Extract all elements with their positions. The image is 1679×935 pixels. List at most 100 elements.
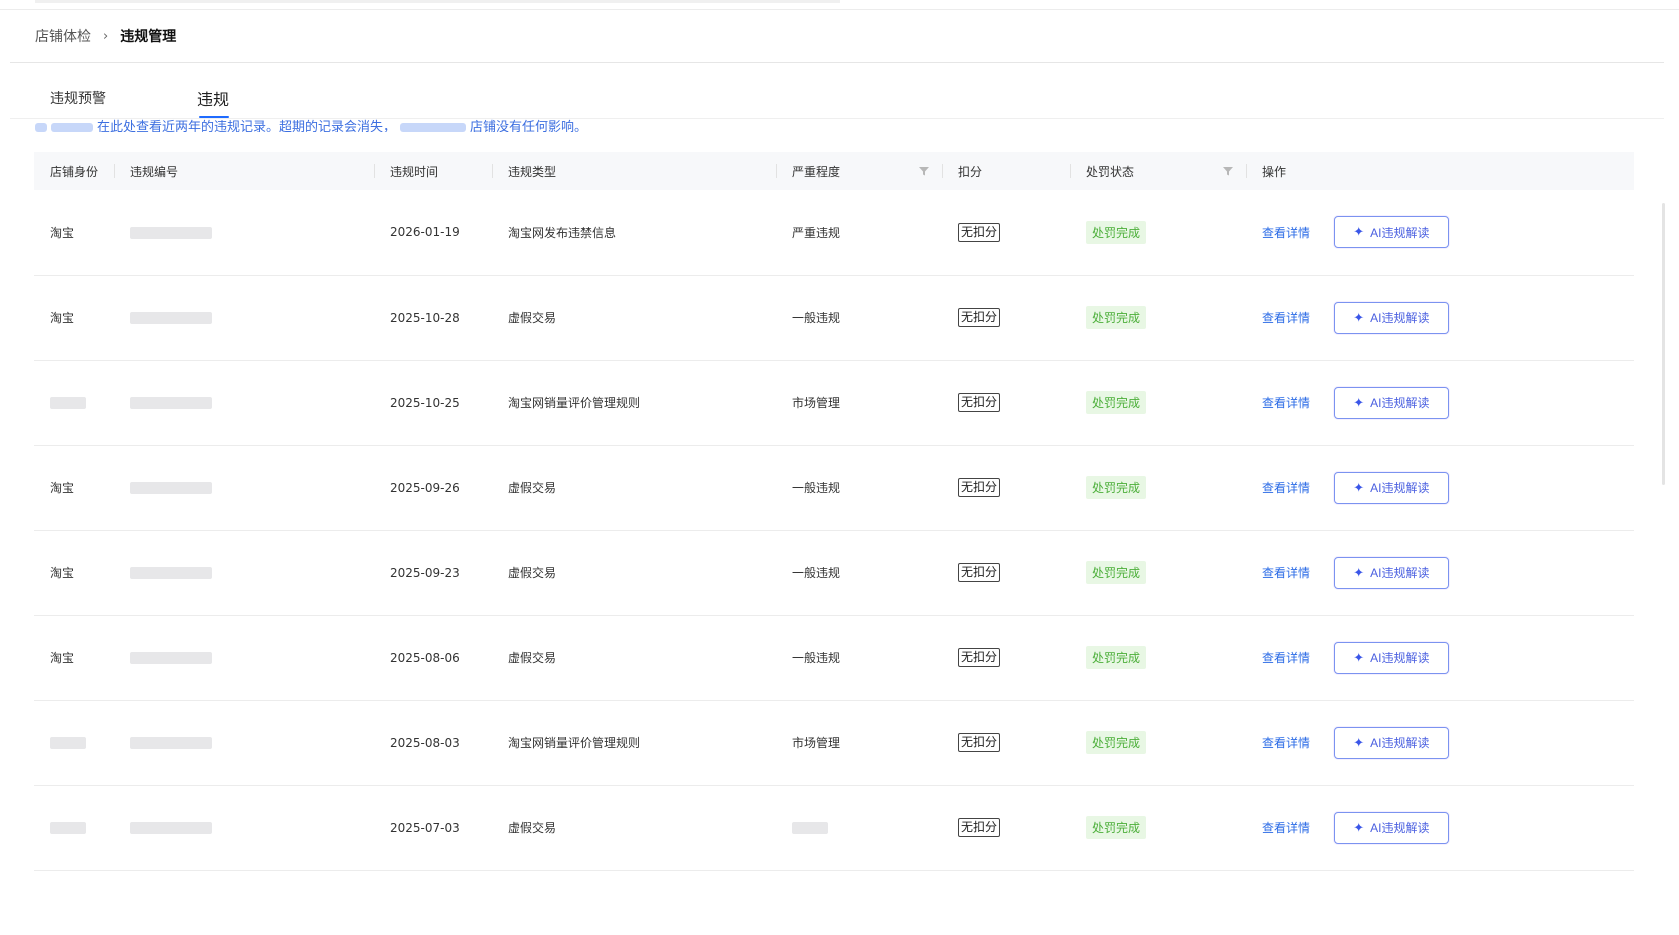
cell-date: 2025-10-25: [374, 360, 492, 445]
redacted-block: [35, 123, 47, 132]
col-severity-label: 严重程度: [792, 164, 841, 179]
tab-violation-warning[interactable]: 违规预警: [50, 88, 106, 108]
cell-deduction: 无扣分: [942, 445, 1070, 530]
cell-actions: 查看详情 ✦ AI违规解读: [1246, 615, 1634, 700]
cell-violation-id: [114, 700, 374, 785]
col-action: 操作: [1246, 152, 1634, 190]
view-details-link[interactable]: 查看详情: [1262, 226, 1310, 240]
cell-date: 2025-09-26: [374, 445, 492, 530]
redacted-violation-id: [130, 737, 212, 749]
cell-status: 处罚完成: [1070, 360, 1246, 445]
cell-status: 处罚完成: [1070, 190, 1246, 275]
severity-value: 市场管理: [792, 736, 841, 750]
cell-deduction: 无扣分: [942, 275, 1070, 360]
ai-interpretation-button[interactable]: ✦ AI违规解读: [1333, 811, 1449, 844]
cell-violation-id: [114, 445, 374, 530]
sparkle-icon: ✦: [1353, 394, 1365, 410]
cell-date: 2026-01-19: [374, 190, 492, 275]
cell-type: 淘宝网销量评价管理规则: [492, 700, 776, 785]
cell-date: 2025-07-03: [374, 785, 492, 870]
cell-shop: [34, 360, 114, 445]
cell-shop: 淘宝: [34, 190, 114, 275]
cell-date: 2025-10-28: [374, 275, 492, 360]
deduction-badge: 无扣分: [958, 648, 1001, 667]
violation-type: 淘宝网发布违禁信息: [508, 225, 617, 240]
cell-severity: [776, 785, 942, 870]
ai-interpretation-label: AI违规解读: [1370, 821, 1430, 835]
cell-status: 处罚完成: [1070, 785, 1246, 870]
breadcrumb: 店铺体检 › 违规管理: [35, 26, 176, 46]
ai-interpretation-label: AI违规解读: [1370, 396, 1430, 410]
filter-icon[interactable]: [1222, 165, 1234, 177]
redacted-block: [50, 397, 86, 409]
violation-date: 2025-08-06: [390, 650, 460, 665]
cell-severity: 一般违规: [776, 530, 942, 615]
scrollbar[interactable]: [1662, 203, 1665, 485]
cell-status: 处罚完成: [1070, 275, 1246, 360]
filter-icon[interactable]: [918, 165, 930, 177]
status-badge: 处罚完成: [1086, 731, 1147, 754]
ai-interpretation-button[interactable]: ✦ AI违规解读: [1333, 301, 1449, 334]
ai-interpretation-button[interactable]: ✦ AI违规解读: [1333, 471, 1449, 504]
view-details-link[interactable]: 查看详情: [1262, 311, 1310, 325]
ai-interpretation-button[interactable]: ✦ AI违规解读: [1333, 386, 1449, 419]
view-details-link[interactable]: 查看详情: [1262, 736, 1310, 750]
violation-date: 2025-10-28: [390, 310, 460, 325]
col-shop-identity-label: 店铺身份: [50, 164, 99, 179]
breadcrumb-current: 违规管理: [120, 29, 177, 45]
table-row: 2025-07-03 虚假交易 无扣分 处罚完成 查看详情 ✦ AI违规解读: [34, 785, 1634, 870]
table-row: 淘宝 2026-01-19 淘宝网发布违禁信息 严重违规 无扣分 处罚完成 查看…: [34, 190, 1634, 275]
cell-actions: 查看详情 ✦ AI违规解读: [1246, 275, 1634, 360]
deduction-badge: 无扣分: [958, 818, 1001, 837]
cell-type: 淘宝网销量评价管理规则: [492, 360, 776, 445]
cell-actions: 查看详情 ✦ AI违规解读: [1246, 360, 1634, 445]
view-details-link[interactable]: 查看详情: [1262, 566, 1310, 580]
violation-date: 2025-08-03: [390, 735, 460, 750]
view-details-link[interactable]: 查看详情: [1262, 651, 1310, 665]
table-row: 淘宝 2025-08-06 虚假交易 一般违规 无扣分 处罚完成 查看详情 ✦ A…: [34, 615, 1634, 700]
column-separator: [114, 164, 115, 178]
violation-type: 虚假交易: [508, 311, 557, 325]
tab-violation[interactable]: 违规: [197, 86, 229, 110]
view-details-link[interactable]: 查看详情: [1262, 396, 1310, 410]
column-separator: [1070, 164, 1071, 178]
cell-shop: [34, 785, 114, 870]
column-separator: [776, 164, 777, 178]
cell-severity: 市场管理: [776, 360, 942, 445]
header-divider: [10, 62, 1664, 63]
ai-interpretation-label: AI违规解读: [1370, 481, 1430, 495]
sparkle-icon: ✦: [1353, 309, 1365, 325]
cell-date: 2025-08-06: [374, 615, 492, 700]
sparkle-icon: ✦: [1353, 564, 1365, 580]
ai-interpretation-button[interactable]: ✦ AI违规解读: [1333, 216, 1449, 249]
cell-type: 虚假交易: [492, 530, 776, 615]
violation-type: 淘宝网销量评价管理规则: [508, 736, 641, 750]
col-penalty-status-label: 处罚状态: [1086, 164, 1135, 179]
cell-type: 淘宝网发布违禁信息: [492, 190, 776, 275]
breadcrumb-parent[interactable]: 店铺体检: [35, 26, 91, 46]
ai-interpretation-label: AI违规解读: [1370, 651, 1430, 665]
redacted-violation-id: [130, 822, 212, 834]
ai-interpretation-button[interactable]: ✦ AI违规解读: [1333, 641, 1449, 674]
notice-text-a: 在此处查看近两年的违规记录。超期的记录会消失，: [97, 120, 397, 132]
status-badge: 处罚完成: [1086, 816, 1147, 839]
view-details-link[interactable]: 查看详情: [1262, 821, 1310, 835]
top-strip: [0, 0, 1679, 10]
ai-interpretation-button[interactable]: ✦ AI违规解读: [1333, 556, 1449, 589]
cell-actions: 查看详情 ✦ AI违规解读: [1246, 785, 1634, 870]
col-violation-time: 违规时间: [374, 152, 492, 190]
col-action-label: 操作: [1262, 164, 1287, 179]
col-deduction-label: 扣分: [958, 164, 983, 179]
cell-status: 处罚完成: [1070, 445, 1246, 530]
ai-interpretation-button[interactable]: ✦ AI违规解读: [1333, 726, 1449, 759]
redacted-violation-id: [130, 226, 212, 239]
redacted-violation-id: [130, 312, 212, 324]
col-severity: 严重程度: [776, 152, 942, 190]
violation-date: 2025-09-23: [390, 565, 460, 580]
redacted-violation-id: [130, 482, 212, 494]
severity-value: 一般违规: [792, 651, 841, 665]
view-details-link[interactable]: 查看详情: [1262, 481, 1310, 495]
severity-value: 一般违规: [792, 566, 841, 580]
status-badge: 处罚完成: [1086, 306, 1147, 329]
cell-shop: 淘宝: [34, 615, 114, 700]
